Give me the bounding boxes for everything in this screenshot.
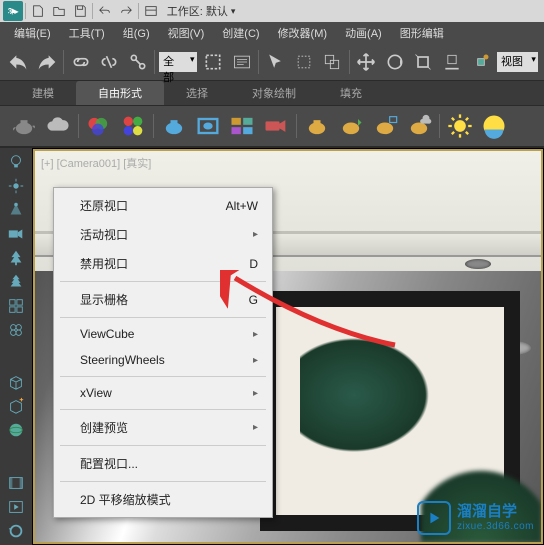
render-cloud-icon[interactable] xyxy=(405,112,433,140)
menu-create[interactable]: 创建(C) xyxy=(214,22,267,44)
box-icon[interactable] xyxy=(2,372,30,392)
ribbon-tabs: 建模 自由形式 选择 对象绘制 填充 xyxy=(0,80,544,106)
menu-bar: 编辑(E) 工具(T) 组(G) 视图(V) 创建(C) 修改器(M) 动画(A… xyxy=(0,22,544,44)
select-name-icon[interactable] xyxy=(229,48,254,76)
menu-graph[interactable]: 图形编辑 xyxy=(392,22,452,44)
rect-select-icon[interactable] xyxy=(291,48,316,76)
ctx-xview[interactable]: xView▸ xyxy=(54,380,272,406)
ctx-disable-viewport[interactable]: 禁用视口D xyxy=(54,249,272,278)
sky-icon[interactable] xyxy=(480,112,508,140)
project-icon[interactable] xyxy=(142,2,160,20)
rotate-icon[interactable] xyxy=(382,48,407,76)
ctx-show-grid[interactable]: 显示栅格G xyxy=(54,285,272,314)
cursor-icon[interactable] xyxy=(263,48,288,76)
play-icon[interactable] xyxy=(2,497,30,517)
app-label: MAX xyxy=(4,12,22,21)
tree-alt-icon[interactable] xyxy=(2,272,30,292)
ctx-configure-viewport[interactable]: 配置视口... xyxy=(54,449,272,478)
watermark: 溜溜自学 zixue.3d66.com xyxy=(417,501,534,535)
tab-modeling[interactable]: 建模 xyxy=(10,81,76,105)
bind-icon[interactable] xyxy=(126,48,151,76)
viewport-label[interactable]: [+] [Camera001] [真实] xyxy=(41,155,151,171)
window-select-icon[interactable] xyxy=(320,48,345,76)
film-icon[interactable] xyxy=(2,473,30,493)
sun-icon[interactable] xyxy=(446,112,474,140)
ref-coord-icon[interactable] xyxy=(468,48,493,76)
undo-button[interactable] xyxy=(6,48,31,76)
camera-icon[interactable] xyxy=(2,224,30,244)
ctx-active-viewport[interactable]: 活动视口▸ xyxy=(54,220,272,249)
open-icon[interactable] xyxy=(50,2,68,20)
material-editor-icon[interactable] xyxy=(119,112,147,140)
link-icon[interactable] xyxy=(68,48,93,76)
save-icon[interactable] xyxy=(71,2,89,20)
box-plus-icon[interactable] xyxy=(2,396,30,416)
left-toolbar xyxy=(0,148,32,545)
title-bar: 3▶ MAX 工作区: 默认 ▾ xyxy=(0,0,544,22)
menu-edit[interactable]: 编辑(E) xyxy=(6,22,59,44)
light-bulb-icon[interactable] xyxy=(2,152,30,172)
ctx-2d-pan-zoom[interactable]: 2D 平移缩放模式 xyxy=(54,485,272,514)
tab-object-paint[interactable]: 对象绘制 xyxy=(230,81,318,105)
watermark-logo-icon xyxy=(417,501,451,535)
redo-button[interactable] xyxy=(35,48,60,76)
move-icon[interactable] xyxy=(354,48,379,76)
teapot-icon[interactable] xyxy=(10,112,38,140)
state-sets-icon[interactable] xyxy=(228,112,256,140)
ctx-create-preview[interactable]: 创建预览▸ xyxy=(54,413,272,442)
render-prod-icon[interactable] xyxy=(303,112,331,140)
light-spot-icon[interactable] xyxy=(2,200,30,220)
render-frame-icon[interactable] xyxy=(194,112,222,140)
main-area: [+] [Camera001] [真实] 还原视口Alt+W 活动视口▸ 禁用视… xyxy=(0,148,544,545)
material-icon[interactable] xyxy=(85,112,113,140)
render-iterate-icon[interactable] xyxy=(337,112,365,140)
new-icon[interactable] xyxy=(29,2,47,20)
cloud-icon[interactable] xyxy=(44,112,72,140)
undo-icon[interactable] xyxy=(96,2,114,20)
workspace-label: 工作区: 默认 xyxy=(167,3,228,19)
ctx-restore-viewport[interactable]: 还原视口Alt+W xyxy=(54,191,272,220)
ref-coord-dropdown[interactable]: 视图 xyxy=(497,52,538,72)
viewport-context-menu: 还原视口Alt+W 活动视口▸ 禁用视口D 显示栅格G ViewCube▸ St… xyxy=(53,187,273,518)
main-toolbar: 全部 视图 xyxy=(0,44,544,80)
watermark-brand: 溜溜自学 xyxy=(457,504,534,521)
render-active-icon[interactable] xyxy=(371,112,399,140)
camera-seq-icon[interactable] xyxy=(262,112,290,140)
scale-icon[interactable] xyxy=(411,48,436,76)
redo-icon[interactable] xyxy=(117,2,135,20)
viewport[interactable]: [+] [Camera001] [真实] 还原视口Alt+W 活动视口▸ 禁用视… xyxy=(32,148,544,545)
menu-modifiers[interactable]: 修改器(M) xyxy=(270,22,336,44)
ctx-viewcube[interactable]: ViewCube▸ xyxy=(54,321,272,347)
loop-icon[interactable] xyxy=(2,521,30,541)
menu-animation[interactable]: 动画(A) xyxy=(337,22,390,44)
render-toolbar xyxy=(0,106,544,148)
tab-freeform[interactable]: 自由形式 xyxy=(76,81,164,105)
tab-populate[interactable]: 填充 xyxy=(318,81,384,105)
menu-view[interactable]: 视图(V) xyxy=(160,22,213,44)
sphere-icon[interactable] xyxy=(2,420,30,440)
grid-icon[interactable] xyxy=(2,296,30,316)
menu-tools[interactable]: 工具(T) xyxy=(61,22,113,44)
light-point-icon[interactable] xyxy=(2,176,30,196)
circles-icon[interactable] xyxy=(2,320,30,340)
unlink-icon[interactable] xyxy=(97,48,122,76)
ctx-steeringwheels[interactable]: SteeringWheels▸ xyxy=(54,347,272,373)
place-icon[interactable] xyxy=(440,48,465,76)
render-setup-icon[interactable] xyxy=(160,112,188,140)
tree-icon[interactable] xyxy=(2,248,30,268)
menu-group[interactable]: 组(G) xyxy=(115,22,158,44)
watermark-url: zixue.3d66.com xyxy=(457,521,534,532)
select-icon[interactable] xyxy=(201,48,226,76)
selection-filter[interactable]: 全部 xyxy=(159,52,196,72)
